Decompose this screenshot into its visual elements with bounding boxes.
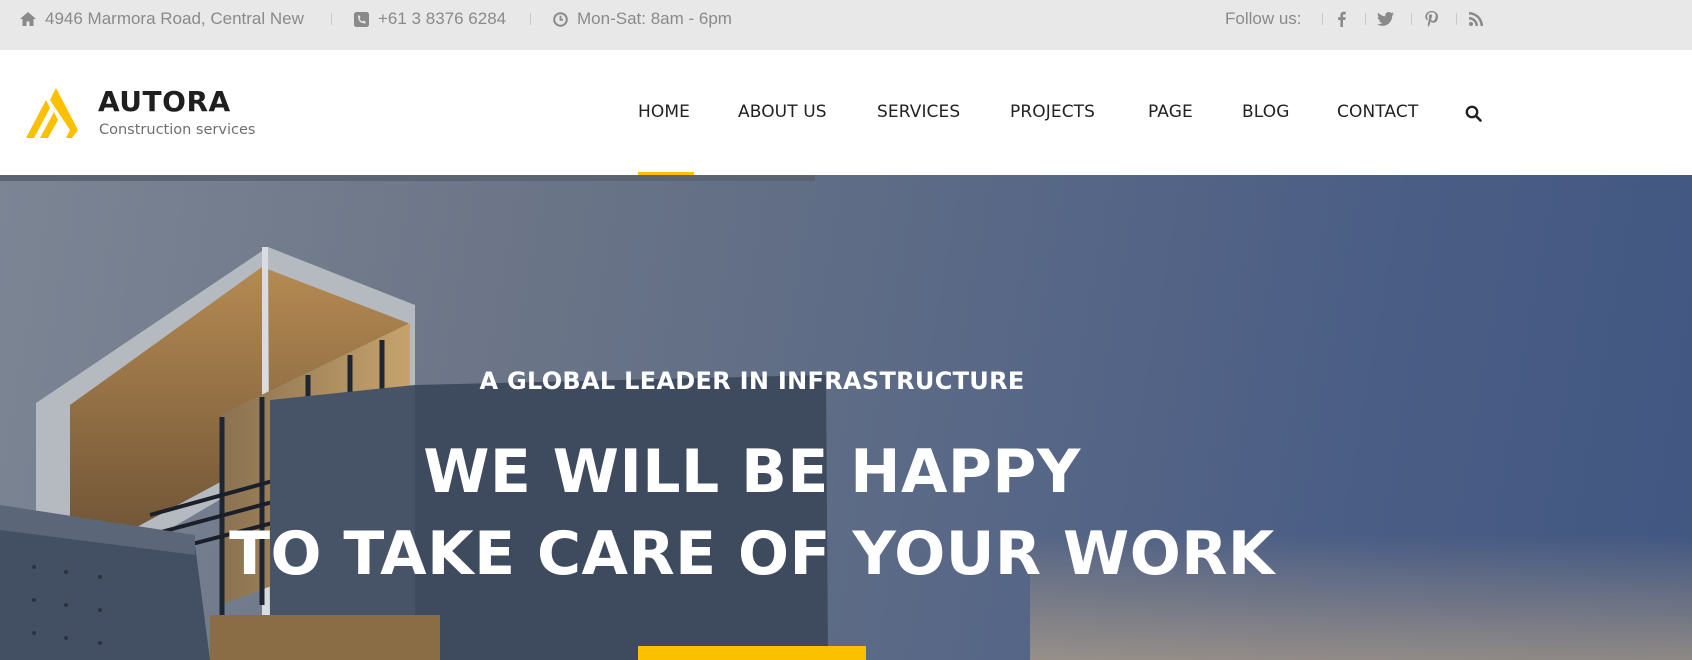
pinterest-icon[interactable] [1420, 8, 1442, 30]
separator [1365, 13, 1366, 25]
separator [530, 13, 531, 25]
home-icon [20, 11, 36, 27]
nav-blog[interactable]: BLOG [1242, 102, 1289, 122]
brand-name[interactable]: AUTORA [98, 85, 231, 118]
nav-page[interactable]: PAGE [1148, 102, 1193, 122]
follow-label-text: Follow us: [1225, 9, 1302, 28]
hero-cta-button[interactable] [638, 646, 866, 660]
follow-label: Follow us: [1225, 0, 1302, 38]
nav-about-us[interactable]: ABOUT US [738, 102, 827, 122]
nav-contact[interactable]: CONTACT [1337, 102, 1418, 122]
separator [1456, 13, 1457, 25]
phone-item[interactable]: +61 3 8376 6284 [353, 0, 506, 38]
hours-text: Mon-Sat: 8am - 6pm [577, 9, 732, 28]
nav-home[interactable]: HOME [638, 102, 690, 122]
facebook-icon[interactable] [1330, 8, 1352, 30]
search-icon[interactable] [1462, 102, 1484, 124]
separator [1322, 13, 1323, 25]
address-item: 4946 Marmora Road, Central New [20, 0, 304, 38]
hero-banner: A GLOBAL LEADER IN INFRASTRUCTURE WE WIL… [0, 175, 1692, 660]
nav-projects[interactable]: PROJECTS [1010, 102, 1095, 122]
brand-tagline: Construction services [99, 122, 256, 138]
phone-icon [353, 11, 369, 27]
autora-logo-icon[interactable] [26, 88, 78, 140]
clock-icon [552, 11, 568, 27]
main-header: AUTORA Construction services HOME ABOUT … [0, 50, 1692, 175]
top-info-bar: 4946 Marmora Road, Central New +61 3 837… [0, 0, 1692, 50]
hero-subtitle: A GLOBAL LEADER IN INFRASTRUCTURE [479, 367, 1025, 395]
hero-title-line-2: TO TAKE CARE OF YOUR WORK [229, 519, 1275, 589]
separator [1411, 13, 1412, 25]
hours-item: Mon-Sat: 8am - 6pm [552, 0, 732, 38]
nav-services[interactable]: SERVICES [877, 102, 960, 122]
phone-text: +61 3 8376 6284 [378, 9, 507, 28]
separator [331, 13, 332, 25]
twitter-icon[interactable] [1374, 8, 1396, 30]
rss-icon[interactable] [1465, 8, 1487, 30]
address-text: 4946 Marmora Road, Central New [45, 9, 304, 28]
hero-title-line-1: WE WILL BE HAPPY [423, 437, 1081, 507]
